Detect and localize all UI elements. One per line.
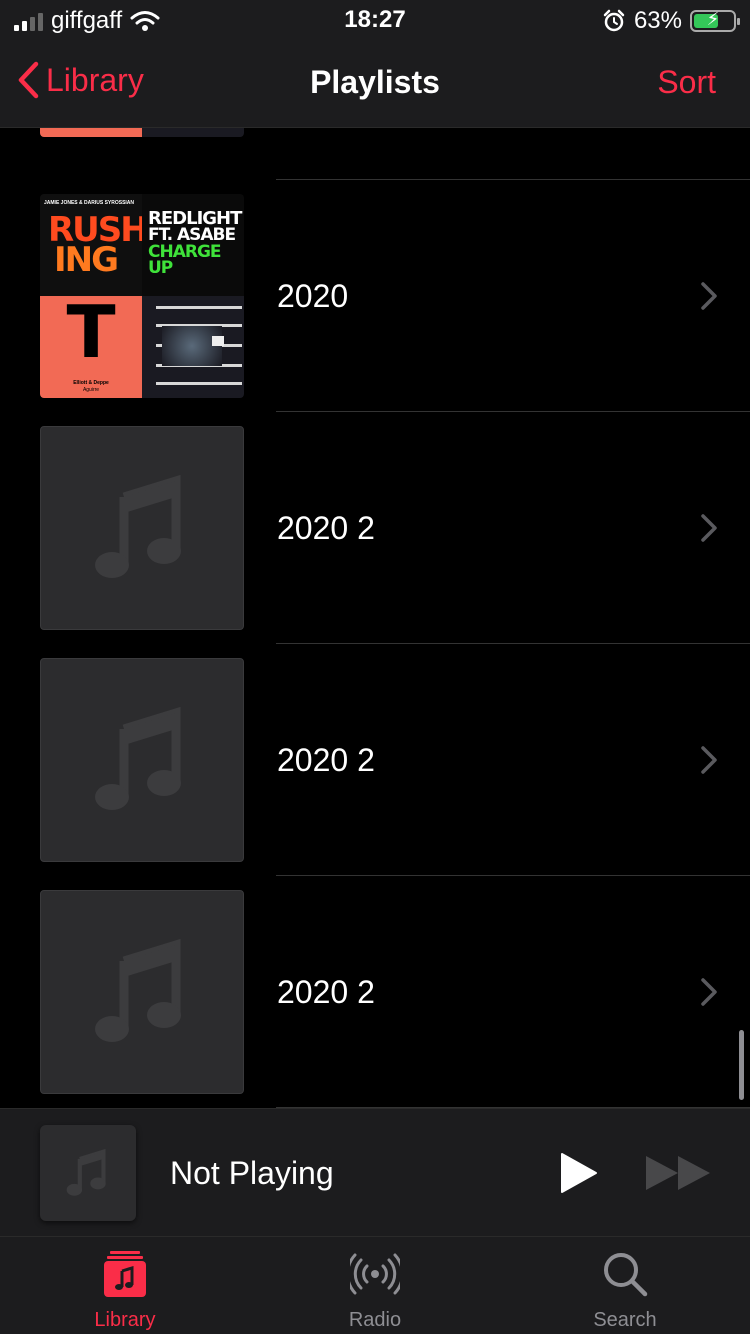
fast-forward-button[interactable] <box>644 1153 712 1193</box>
playlist-title: 2020 <box>277 278 349 314</box>
radio-icon <box>350 1253 400 1295</box>
playlist-row[interactable]: JAMIE JONES & DARIUS SYROSSIAN RUSH ING … <box>0 180 750 412</box>
music-note-icon <box>66 1148 106 1196</box>
music-note-icon <box>95 938 181 1042</box>
chevron-right-icon <box>701 978 717 1006</box>
tab-library-label: Library <box>94 1309 156 1331</box>
play-button[interactable] <box>556 1151 600 1195</box>
tab-library[interactable]: Library <box>0 1237 250 1334</box>
playlist-row[interactable]: 2020 2 <box>0 412 750 644</box>
battery-icon: ⚡ <box>690 9 740 32</box>
playlist-artwork-placeholder <box>40 890 244 1094</box>
playlist-title: 2020 2 <box>277 510 375 546</box>
charging-bolt-icon: ⚡ <box>706 9 720 29</box>
playlist-row[interactable]: 2020 2 <box>0 644 750 876</box>
playlist-list[interactable]: Elliott & Deppe JAMIE JONES & DARIUS SYR… <box>0 128 750 1108</box>
navigation-bar: Library Playlists Sort <box>0 40 750 128</box>
sort-button[interactable]: Sort <box>657 64 716 101</box>
album-tile-t: T Elliott & Deppe Aguirre <box>40 296 142 398</box>
playlist-artwork-mosaic: JAMIE JONES & DARIUS SYROSSIAN RUSH ING … <box>40 194 244 398</box>
music-note-icon <box>95 706 181 810</box>
playlist-row-partial[interactable]: Elliott & Deppe <box>0 128 750 165</box>
album-tile-word: ING <box>54 240 119 280</box>
playlist-row[interactable]: 2020 2 <box>0 876 750 1108</box>
now-playing-title: Not Playing <box>170 1155 334 1191</box>
tab-radio-label: Radio <box>348 1309 402 1331</box>
status-bar: giffgaff 18:27 63% ⚡ <box>0 0 750 40</box>
album-tile-caption: Elliott & Deppe <box>73 380 109 386</box>
playlist-title: 2020 2 <box>277 974 375 1010</box>
album-tile-line: UP <box>148 258 173 278</box>
search-icon <box>604 1253 648 1297</box>
music-note-icon <box>95 474 181 578</box>
album-tile-rushing: JAMIE JONES & DARIUS SYROSSIAN RUSH ING <box>40 194 142 296</box>
album-tile-header: JAMIE JONES & DARIUS SYROSSIAN <box>44 200 135 206</box>
tab-search[interactable]: Search <box>500 1237 750 1334</box>
chevron-right-icon <box>701 746 717 774</box>
alarm-icon <box>603 9 625 32</box>
album-tile-redlight: REDLIGHT FT. ASABE CHARGE UP <box>142 194 244 296</box>
album-tile-abstract <box>142 296 244 398</box>
album-tile-letter: T <box>66 296 116 374</box>
tab-search-label: Search <box>593 1309 657 1331</box>
now-playing-artwork <box>40 1125 136 1221</box>
scrollbar[interactable] <box>739 1030 744 1100</box>
mini-player[interactable]: Not Playing <box>0 1108 750 1236</box>
playlist-artwork-placeholder <box>40 658 244 862</box>
chevron-right-icon <box>701 514 717 542</box>
playlist-artwork-placeholder <box>40 426 244 630</box>
library-icon <box>104 1251 146 1297</box>
chevron-right-icon <box>701 282 717 310</box>
tab-radio[interactable]: Radio <box>250 1237 500 1334</box>
playlist-artwork: Elliott & Deppe <box>40 128 244 137</box>
page-title: Playlists <box>310 64 440 100</box>
status-right: 63% ⚡ <box>602 6 740 36</box>
playlist-title: 2020 2 <box>277 742 375 778</box>
album-tile-caption: Aguirre <box>82 387 100 393</box>
tab-bar: Library Radio Search <box>0 1236 750 1334</box>
battery-percent: 63% <box>633 7 682 34</box>
